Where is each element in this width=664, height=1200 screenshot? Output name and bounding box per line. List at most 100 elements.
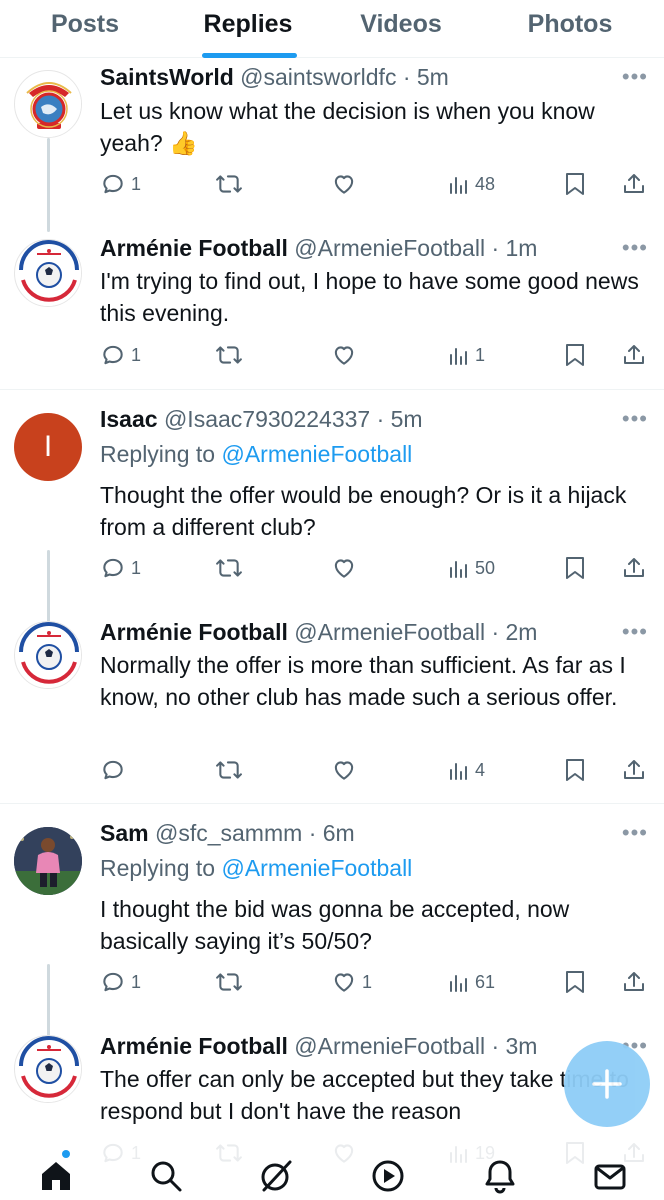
share-button[interactable]	[622, 339, 646, 371]
reply-count: 1	[131, 344, 142, 365]
share-button[interactable]	[622, 754, 646, 786]
user-handle[interactable]: @Isaac7930224337	[164, 406, 370, 432]
view-count: 61	[475, 971, 496, 992]
timestamp[interactable]: · 1m	[491, 235, 537, 261]
repost-button[interactable]	[214, 168, 249, 200]
heart-icon	[334, 175, 354, 194]
analytics-icon	[450, 561, 467, 578]
tweet[interactable]: Sam @sfc_sammm · 6m ••• Replying to @Arm…	[0, 803, 664, 1035]
analytics-icon	[450, 348, 467, 365]
display-name[interactable]: Isaac	[100, 406, 158, 432]
reply-button[interactable]	[100, 754, 131, 786]
views-button[interactable]: 50	[448, 552, 495, 584]
tab-videos[interactable]: Videos	[326, 0, 476, 58]
repost-button[interactable]	[214, 966, 249, 998]
tweet-header: Arménie Football @ArmenieFootball · 1m	[100, 232, 604, 264]
avatar-letter: I	[43, 430, 53, 463]
bookmark-button[interactable]	[564, 168, 586, 200]
tweet-text: Normally the offer is more than sufficie…	[100, 652, 626, 710]
user-handle[interactable]: @ArmenieFootball	[294, 235, 485, 261]
views-button[interactable]: 61	[448, 966, 495, 998]
more-options-icon[interactable]: •••	[622, 822, 648, 844]
tweet[interactable]: I Isaac @Isaac7930224337 · 5m ••• Replyi…	[0, 389, 664, 621]
analytics-icon	[450, 763, 467, 780]
share-button[interactable]	[622, 966, 646, 998]
timestamp[interactable]: · 2m	[491, 619, 537, 645]
user-handle[interactable]: @ArmenieFootball	[294, 1033, 485, 1059]
like-button[interactable]	[331, 339, 362, 371]
messages-icon[interactable]	[592, 1158, 628, 1199]
grok-icon[interactable]	[258, 1158, 294, 1199]
tweet-header: SaintsWorld @saintsworldfc · 5m	[100, 61, 604, 93]
user-handle[interactable]: @sfc_sammm	[155, 820, 302, 846]
bookmark-button[interactable]	[564, 552, 586, 584]
home-icon[interactable]	[38, 1158, 74, 1199]
plus-icon	[592, 1069, 622, 1099]
compose-post-button[interactable]	[564, 1041, 650, 1127]
display-name[interactable]: Arménie Football	[100, 619, 288, 645]
avatar[interactable]	[14, 1035, 82, 1103]
display-name[interactable]: Sam	[100, 820, 149, 846]
display-name[interactable]: Arménie Football	[100, 235, 288, 261]
timestamp[interactable]: · 3m	[491, 1033, 537, 1059]
notifications-icon[interactable]	[482, 1158, 518, 1199]
tweet-header: Sam @sfc_sammm · 6m	[100, 817, 604, 849]
more-options-icon[interactable]: •••	[622, 66, 648, 88]
search-icon[interactable]	[148, 1158, 184, 1199]
like-button[interactable]: 1	[331, 966, 372, 998]
bookmark-button[interactable]	[564, 339, 586, 371]
timestamp[interactable]: · 5m	[403, 64, 449, 90]
reply-count: 1	[131, 557, 142, 578]
tab-replies[interactable]: Replies	[170, 0, 326, 58]
avatar[interactable]: I	[14, 413, 82, 481]
replying-to-link[interactable]: @ArmenieFootball	[221, 855, 412, 881]
like-button[interactable]	[331, 552, 362, 584]
bookmark-button[interactable]	[564, 966, 586, 998]
tab-posts[interactable]: Posts	[0, 0, 170, 58]
reply-icon	[103, 558, 123, 578]
tab-photos[interactable]: Photos	[476, 0, 664, 58]
bookmark-button[interactable]	[564, 754, 586, 786]
like-button[interactable]	[331, 754, 362, 786]
display-name[interactable]: SaintsWorld	[100, 64, 234, 90]
avatar[interactable]	[14, 621, 82, 689]
avatar[interactable]	[14, 827, 82, 895]
repost-button[interactable]	[214, 339, 249, 371]
user-handle[interactable]: @saintsworldfc	[240, 64, 396, 90]
replying-to-link[interactable]: @ArmenieFootball	[221, 441, 412, 467]
tweet-actions: 1 1	[100, 339, 650, 371]
repost-button[interactable]	[214, 552, 249, 584]
view-count: 4	[475, 759, 486, 780]
share-button[interactable]	[622, 168, 646, 200]
avatar[interactable]	[14, 239, 82, 307]
repost-button[interactable]	[214, 754, 249, 786]
reply-button[interactable]: 1	[100, 168, 141, 200]
tweet-text: I thought the bid was gonna be accepted,…	[100, 896, 570, 954]
display-name[interactable]: Arménie Football	[100, 1033, 288, 1059]
reply-button[interactable]: 1	[100, 552, 141, 584]
repost-icon	[216, 175, 242, 193]
share-button[interactable]	[622, 552, 646, 584]
more-options-icon[interactable]: •••	[622, 237, 648, 259]
reply-button[interactable]: 1	[100, 339, 141, 371]
views-button[interactable]: 4	[448, 754, 485, 786]
timestamp[interactable]: · 5m	[377, 406, 423, 432]
tab-photos-label: Photos	[527, 10, 613, 38]
timestamp[interactable]: · 6m	[309, 820, 355, 846]
view-count: 50	[475, 557, 496, 578]
tweet[interactable]: Arménie Football @ArmenieFootball · 2m •…	[0, 619, 664, 803]
active-tab-indicator	[202, 53, 297, 58]
heart-icon	[334, 973, 354, 992]
reply-button[interactable]: 1	[100, 966, 141, 998]
user-handle[interactable]: @ArmenieFootball	[294, 619, 485, 645]
tweet-actions: 1 1 61	[100, 966, 650, 998]
views-button[interactable]: 48	[448, 168, 495, 200]
avatar[interactable]	[14, 70, 82, 138]
tweet[interactable]: Arménie Football @ArmenieFootball · 1m •…	[0, 232, 664, 389]
like-button[interactable]	[331, 168, 362, 200]
more-options-icon[interactable]: •••	[622, 408, 648, 430]
more-options-icon[interactable]: •••	[622, 621, 648, 643]
spaces-icon[interactable]	[370, 1158, 406, 1199]
views-button[interactable]: 1	[448, 339, 485, 371]
tweet-text: The offer can only be accepted but they …	[100, 1066, 629, 1124]
